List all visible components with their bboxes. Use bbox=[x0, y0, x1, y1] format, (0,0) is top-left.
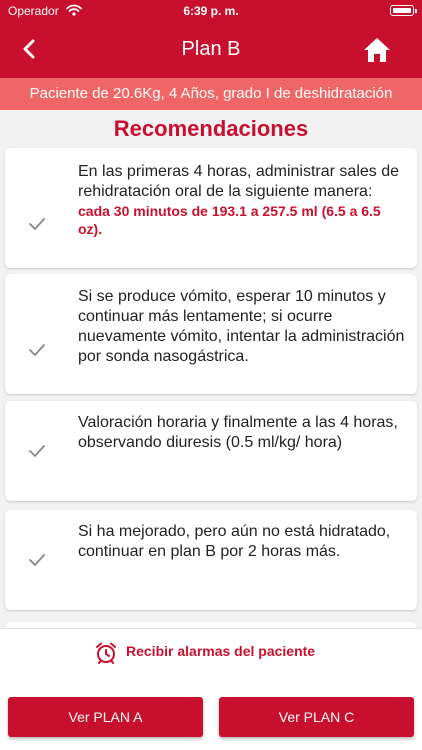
recommendation-card: Valoración horaria y finalmente a las 4 … bbox=[5, 401, 417, 501]
check-icon bbox=[29, 344, 45, 356]
card-text: En las primeras 4 horas, administrar sal… bbox=[78, 163, 400, 200]
app-header: Operador 6:39 p. m. Plan B bbox=[0, 0, 422, 78]
check-icon bbox=[29, 554, 45, 566]
view-plan-c-button[interactable]: Ver PLAN C bbox=[219, 697, 414, 737]
clock-time: 6:39 p. m. bbox=[183, 4, 239, 18]
home-button[interactable] bbox=[362, 35, 392, 65]
view-plan-a-button[interactable]: Ver PLAN A bbox=[8, 697, 203, 737]
section-title: Recomendaciones bbox=[113, 116, 309, 141]
patient-info-banner: Paciente de 20.6Kg, 4 Años, grado I de d… bbox=[0, 78, 422, 110]
status-bar: Operador 6:39 p. m. bbox=[0, 0, 422, 22]
recommendation-card: Si se produce vómito, esperar 10 minutos… bbox=[5, 274, 417, 394]
recommendations-list: Recomendaciones En las primeras 4 horas,… bbox=[0, 110, 422, 628]
alarm-label: Recibir alarmas del paciente bbox=[126, 643, 316, 659]
card-text: Si ha mejorado, pero aún no está hidrata… bbox=[78, 523, 391, 560]
card-text: Si se produce vómito, esperar 10 minutos… bbox=[78, 288, 405, 365]
dosage-highlight: cada 30 minutos de 193.1 a 257.5 ml (6.5… bbox=[78, 203, 381, 237]
receive-alarms-button[interactable]: Recibir alarmas del paciente bbox=[0, 628, 422, 678]
alarm-clock-icon bbox=[96, 642, 116, 664]
battery-icon bbox=[390, 5, 417, 16]
page-title: Plan B bbox=[181, 38, 241, 60]
home-icon bbox=[364, 38, 390, 62]
recommendation-card: En las primeras 4 horas, administrar sal… bbox=[5, 148, 417, 268]
check-icon bbox=[29, 218, 45, 230]
card-text: Valoración horaria y finalmente a las 4 … bbox=[78, 414, 398, 451]
footer-actions: Ver PLAN A Ver PLAN C bbox=[0, 678, 422, 750]
check-icon bbox=[29, 445, 45, 457]
recommendation-card: Si ha mejorado, pero aún no está hidrata… bbox=[5, 510, 417, 610]
